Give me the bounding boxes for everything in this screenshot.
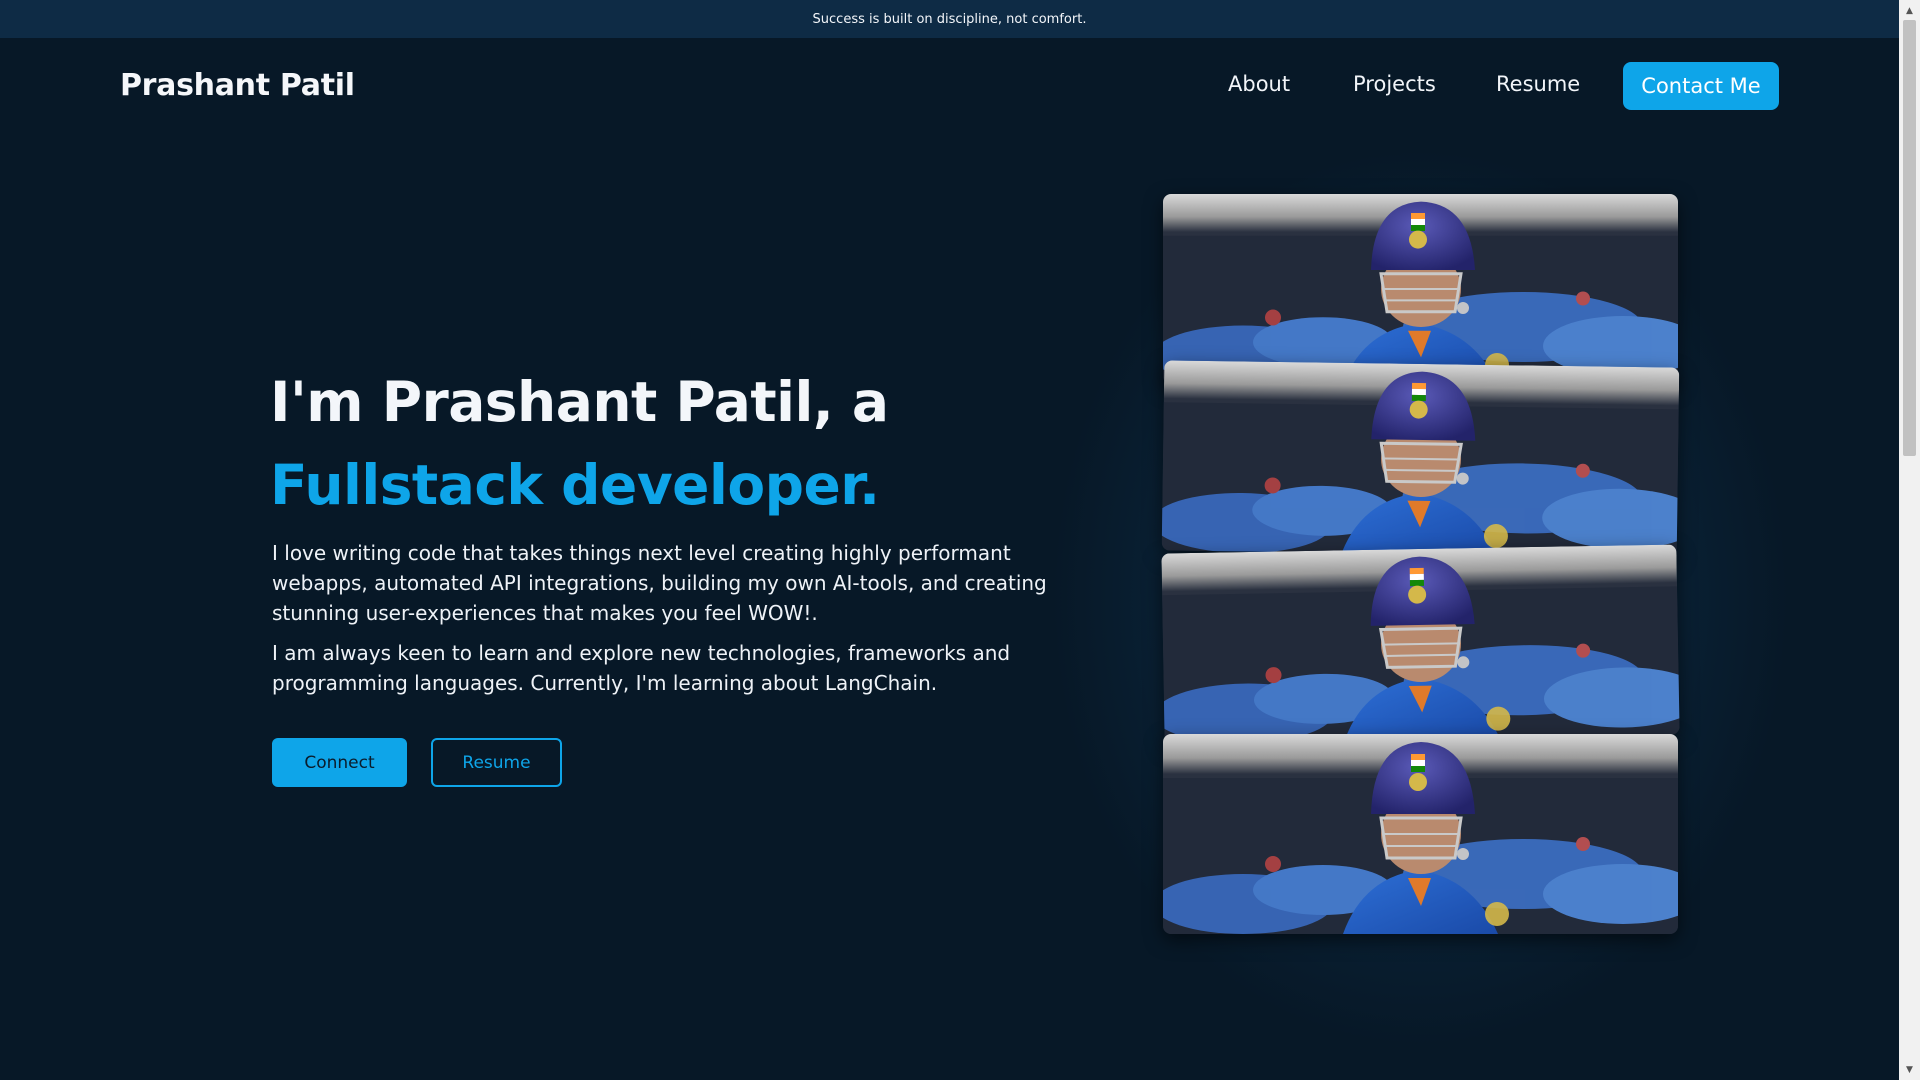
announcement-text: Success is built on discipline, not comf… (812, 11, 1087, 27)
scroll-down-arrow-icon[interactable]: ▼ (1899, 1061, 1920, 1078)
scrollbar[interactable]: ▲ ▼ (1899, 0, 1920, 1080)
photo-slice (1163, 194, 1678, 384)
page: Success is built on discipline, not comf… (0, 0, 1920, 1080)
nav-resume[interactable]: Resume (1496, 72, 1580, 96)
photo-slice (1161, 360, 1680, 558)
scrollbar-thumb[interactable] (1903, 20, 1916, 456)
hero-photo-stack (1159, 194, 1684, 934)
scroll-up-arrow-icon[interactable]: ▲ (1899, 2, 1920, 19)
main-content: Prashant Patil About Projects Resume Con… (0, 38, 1899, 1080)
announcement-bar: Success is built on discipline, not comf… (0, 0, 1899, 38)
photo-slice (1163, 734, 1678, 934)
intro-paragraph: I love writing code that takes things ne… (272, 541, 1047, 625)
hero-heading: I'm Prashant Patil, a (270, 370, 889, 434)
brand-logo[interactable]: Prashant Patil (120, 68, 355, 103)
resume-button[interactable]: Resume (431, 738, 562, 787)
learning-paragraph: I am always keen to learn and explore ne… (272, 641, 1011, 695)
connect-button[interactable]: Connect (272, 738, 407, 787)
nav-about[interactable]: About (1228, 72, 1290, 96)
photo-slice (1161, 544, 1680, 744)
contact-me-button[interactable]: Contact Me (1623, 62, 1779, 110)
nav-projects[interactable]: Projects (1353, 72, 1436, 96)
hero-role: Fullstack developer. (270, 453, 880, 517)
